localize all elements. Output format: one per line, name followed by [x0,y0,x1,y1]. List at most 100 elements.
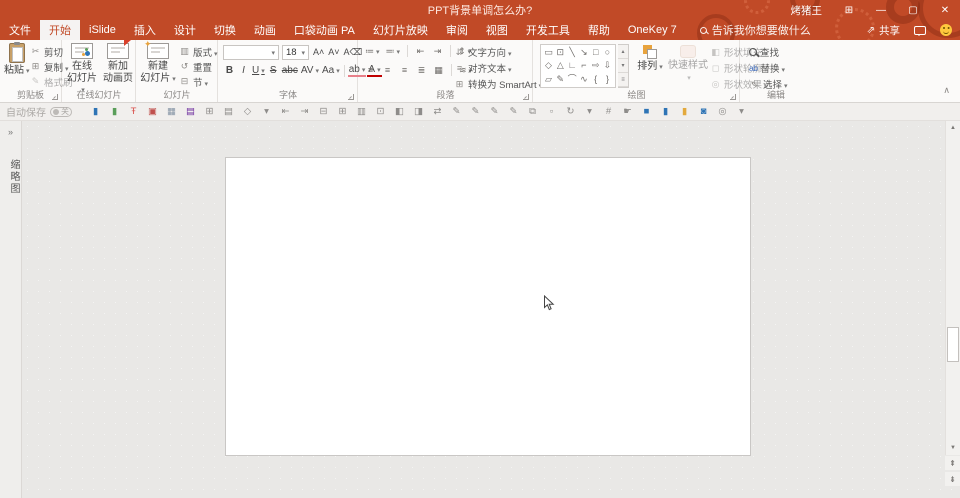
qat-more-icon[interactable]: ▾ [732,103,751,121]
tab-动画[interactable]: 动画 [245,20,285,40]
qat-copy-object-icon[interactable]: ⧉ [523,103,542,121]
qat-rotate-icon[interactable]: ↻ [561,103,580,121]
qat-unlock-icon[interactable]: ◎ [713,103,732,121]
qat-align-middle-red-icon[interactable]: Ŧ [124,103,143,121]
vertical-scrollbar[interactable]: ▲ ▼ [945,121,960,455]
qat-align-right-objects-icon[interactable]: ⇥ [295,103,314,121]
shape-gallery-scroll[interactable]: ▴ ▾ ≡ [618,44,629,88]
shape-icon[interactable]: ∿ [578,74,589,84]
tab-幻灯片放映[interactable]: 幻灯片放映 [364,20,437,40]
shape-icon[interactable]: ⌒ [567,74,578,84]
shape-icon[interactable]: △ [555,61,566,70]
paragraph-align-text[interactable]: ≡ 对齐文本 [454,60,542,76]
share-button[interactable]: ⇗ 共享 [867,23,900,38]
paragraph-justify-button[interactable]: ≣ [415,65,428,76]
user-account[interactable]: 烤猪王 [791,3,823,18]
shape-icon[interactable]: ⊡ [555,48,566,57]
scroll-down-icon[interactable]: ▼ [946,441,960,455]
paragraph-distribute-button[interactable]: ▦ [432,65,445,76]
qat-slide-edit-icon[interactable]: ⊞ [200,103,219,121]
paragraph-numbering-button[interactable]: ≕ [385,46,402,57]
font-abc-strike-button[interactable]: abc [281,65,299,76]
paragraph-text-direction[interactable]: ⇵ 文字方向 [454,44,542,60]
qat-align-left-objects-icon[interactable]: ⇤ [276,103,295,121]
qat-pen-3-icon[interactable]: ✎ [485,103,504,121]
shape-icon[interactable]: ▭ [543,48,554,57]
qat-placeholder-blue-icon[interactable]: ▮ [86,103,105,121]
qat-distribute-horizontal-icon[interactable]: ⊟ [314,103,333,121]
tab-审阅[interactable]: 审阅 [437,20,477,40]
close-icon[interactable]: ✕ [930,0,960,20]
shape-icon[interactable]: ╲ [567,48,578,57]
gallery-scroll-up-icon[interactable]: ▴ [618,45,628,59]
autosave-toggle[interactable]: 自动保存 关 [6,104,72,119]
feedback-smiley-icon[interactable] [940,24,952,36]
shape-icon[interactable]: ▱ [543,74,554,84]
qat-placeholder-green-icon[interactable]: ▮ [105,103,124,121]
tab-iSlide[interactable]: iSlide [80,20,125,40]
new-slide-button[interactable]: ✦ 新建 幻灯片 [140,39,176,84]
shape-icon[interactable]: ○ [602,48,613,57]
shape-icon[interactable]: { [590,74,601,84]
qat-pen-1-icon[interactable]: ✎ [447,103,466,121]
qat-grid-icon[interactable]: # [599,103,618,121]
slides-layout[interactable]: ▥ 版式 [179,44,218,59]
grow-font-button[interactable]: A˄ [312,47,325,58]
font-strikethrough-button[interactable]: S [267,65,280,76]
editing-replace[interactable]: ab 替换 [749,60,788,76]
slides-reset[interactable]: ↺ 重置 [179,59,218,74]
paste-button[interactable]: 粘贴 [4,42,30,77]
paragraph-align-center-button[interactable]: ≡ [381,65,394,75]
paragraph-decrease-indent-button[interactable]: ⇤ [414,46,427,57]
font-character-spacing-button[interactable]: AV [300,65,320,76]
font-bold-button[interactable]: B [223,65,236,76]
scroll-up-icon[interactable]: ▲ [946,121,960,135]
tab-口袋动画 PA[interactable]: 口袋动画 PA [285,20,364,40]
thumbnail-pane-collapsed[interactable]: » 缩略图 [0,121,22,498]
font-dialog-launcher-icon[interactable] [348,94,354,100]
qat-swap-icon[interactable]: ⇄ [428,103,447,121]
qat-pen-2-icon[interactable]: ✎ [466,103,485,121]
font-size-combo[interactable]: 18 ▾ [282,45,309,60]
qat-select-hand-icon[interactable]: ☛ [618,103,637,121]
shape-icon[interactable]: ✎ [555,74,566,84]
tell-me-search[interactable]: 告诉我你想要做什么 [699,20,811,40]
font-change-case-button[interactable]: Aa [321,65,341,76]
qat-flip-vertical-icon[interactable]: ◨ [409,103,428,121]
shape-gallery[interactable]: ▭ ⊡ ╲ ↘ □ ○ ◇ △ ∟ ⌐ ⇨ ⇩ ▱ ✎ ⌒ ∿{} [540,44,616,88]
tab-开发工具[interactable]: 开发工具 [517,20,579,40]
maximize-icon[interactable]: ▢ [898,0,928,20]
paragraph-dialog-launcher-icon[interactable] [523,94,529,100]
tab-帮助[interactable]: 帮助 [579,20,619,40]
shape-icon[interactable]: ⇨ [590,61,601,70]
qat-pen-4-icon[interactable]: ✎ [504,103,523,121]
gallery-scroll-down-icon[interactable]: ▾ [618,59,628,73]
slide-canvas[interactable] [225,157,751,456]
scrollbar-thumb[interactable] [947,327,959,362]
shape-icon[interactable]: ⌐ [578,61,589,70]
tab-file[interactable]: 文件 [0,20,40,40]
paragraph-align-right-button[interactable]: ≡ [398,65,411,75]
qat-blue-square-icon[interactable]: ■ [637,103,656,121]
qat-table-box-icon[interactable]: ▦ [162,103,181,121]
editing-find[interactable]: 查找 [749,44,788,60]
qat-slide-layout-icon[interactable]: ▤ [219,103,238,121]
qat-yellow-bar-icon[interactable]: ▮ [675,103,694,121]
new-animation-page-button[interactable]: 新加 动画页 [101,40,135,84]
next-slide-button[interactable]: ⇟ [945,472,960,486]
qat-rotate-dropdown-icon[interactable]: ▾ [580,103,599,121]
paragraph-bullets-button[interactable]: ≔ [364,46,381,57]
shape-icon[interactable]: ∟ [567,61,578,70]
collapse-ribbon-icon[interactable]: ∧ [943,85,950,96]
font-underline-button[interactable]: U [251,65,266,76]
tab-OneKey 7[interactable]: OneKey 7 [619,20,686,40]
paragraph-increase-indent-button[interactable]: ⇥ [431,46,444,57]
shape-icon[interactable]: } [602,74,613,84]
paragraph-align-left-button[interactable]: ≡ [364,65,377,75]
slides-section[interactable]: ⊟ 节 [179,74,218,89]
qat-chart-icon[interactable]: ▥ [352,103,371,121]
arrange-button[interactable]: 排列 [634,45,666,73]
shape-icon[interactable]: ⇩ [602,61,613,70]
tab-切换[interactable]: 切换 [205,20,245,40]
ribbon-display-options-icon[interactable]: ⊞ [834,0,864,20]
